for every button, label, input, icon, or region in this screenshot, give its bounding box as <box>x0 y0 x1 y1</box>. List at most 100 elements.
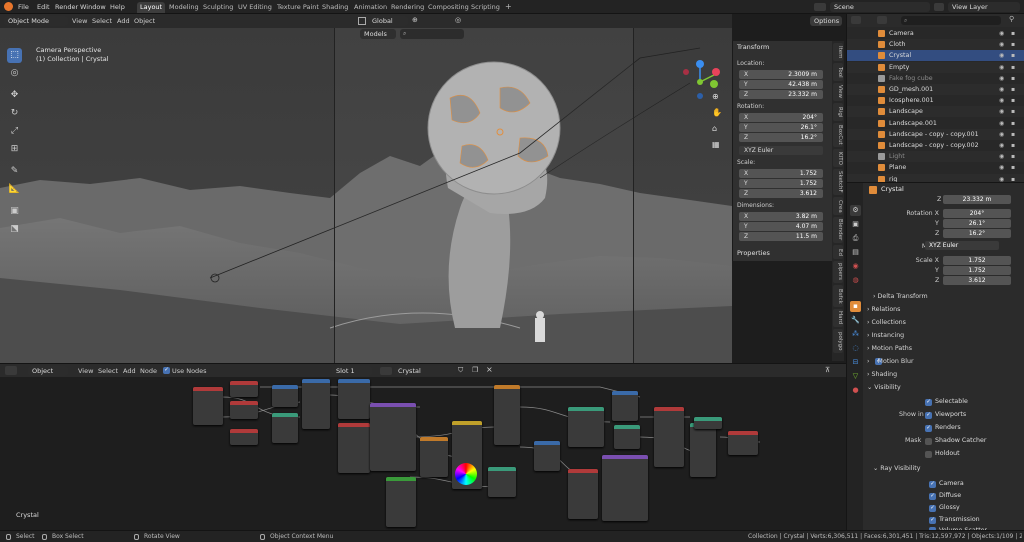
section-ray-visibility[interactable]: ⌄ Ray Visibility <box>873 465 921 472</box>
node[interactable] <box>420 437 448 477</box>
visibility-eye-icon[interactable]: ◉ <box>999 28 1004 39</box>
node[interactable] <box>602 455 648 521</box>
menu-view[interactable]: View <box>72 16 87 27</box>
render-camera-icon[interactable]: ▪ <box>1011 95 1015 106</box>
outliner-item[interactable]: Light ◉ ▪ <box>847 151 1024 163</box>
outliner-item[interactable]: Plane ◉ ▪ <box>847 162 1024 173</box>
scene-properties-icon[interactable]: ◉ <box>850 261 861 272</box>
transform-orientation-dropdown[interactable]: Global <box>368 16 408 26</box>
section-motion-blur[interactable]: › Motion Blur <box>867 358 914 365</box>
tab-modeling[interactable]: Modeling <box>166 2 202 13</box>
menu-file[interactable]: File <box>18 2 29 12</box>
outliner-item[interactable]: GD_mesh.001 ◉ ▪ <box>847 84 1024 95</box>
rotation-z-field[interactable]: Z 16.2° <box>739 133 823 142</box>
snap-icon[interactable]: ⊕ <box>412 16 418 24</box>
render-camera-icon[interactable]: ▪ <box>1011 39 1015 50</box>
menu-edit[interactable]: Edit <box>37 2 50 12</box>
location-y-field[interactable]: Y 42.438 m <box>739 80 823 89</box>
node[interactable] <box>568 469 598 519</box>
outliner-item[interactable]: Landscape.001 ◉ ▪ <box>847 118 1024 129</box>
properties-scale-y[interactable]: 1.752 <box>943 266 1011 275</box>
ray-diffuse-checkbox[interactable]: ✓ <box>929 493 936 500</box>
scale-z-field[interactable]: Z 3.612 <box>739 189 823 198</box>
node[interactable] <box>230 381 258 397</box>
node[interactable] <box>193 387 223 425</box>
object-mode-dropdown[interactable]: Object Mode <box>4 16 68 26</box>
pin-icon[interactable]: ⊼ <box>825 366 830 374</box>
output-properties-icon[interactable]: ⎙ <box>850 233 861 244</box>
tab-animation[interactable]: Animation <box>351 2 390 13</box>
view-layer-properties-icon[interactable]: ▤ <box>850 247 861 258</box>
render-camera-icon[interactable]: ▪ <box>1011 129 1015 140</box>
menu-select[interactable]: Select <box>92 16 112 27</box>
shader-type-dropdown[interactable]: Object <box>28 366 68 376</box>
shader-node-editor[interactable]: Crystal <box>0 377 846 530</box>
visibility-eye-icon[interactable]: ◉ <box>999 73 1004 84</box>
outliner-editor-type-icon[interactable] <box>851 16 861 24</box>
add-workspace-icon[interactable]: + <box>505 2 512 11</box>
object-properties-icon[interactable]: ▪ <box>850 301 861 312</box>
menu-object[interactable]: Object <box>134 16 155 27</box>
render-camera-icon[interactable]: ▪ <box>1011 28 1015 39</box>
outliner-search-input[interactable]: ⌕ <box>901 16 1001 25</box>
menu-add[interactable]: Add <box>117 16 130 27</box>
viewport-search-icon[interactable]: ⌕ <box>400 29 464 39</box>
sidebar-tab-crea[interactable]: Crea <box>833 197 843 215</box>
visibility-eye-icon[interactable]: ◉ <box>999 62 1004 73</box>
annotate-tool-icon[interactable]: ✎ <box>7 164 22 179</box>
select-box-tool-icon[interactable]: ⬚ <box>7 48 22 63</box>
dimensions-z-field[interactable]: Z 11.5 m <box>739 232 823 241</box>
node-menu-node[interactable]: Node <box>140 366 157 377</box>
collection-filter-dropdown[interactable]: Models <box>360 29 396 39</box>
material-browse-icon[interactable] <box>380 367 392 375</box>
node[interactable] <box>568 407 604 447</box>
rotate-tool-icon[interactable]: ↻ <box>7 106 22 121</box>
visibility-eye-icon[interactable]: ◉ <box>999 140 1004 151</box>
outliner-item[interactable]: Crystal ◉ ▪ <box>847 50 1024 62</box>
rotation-x-field[interactable]: X 204° <box>739 113 823 122</box>
transform-tool-icon[interactable]: ⊞ <box>7 142 22 157</box>
node-editor-type-icon[interactable] <box>5 366 17 375</box>
scale-y-field[interactable]: Y 1.752 <box>739 179 823 188</box>
visibility-eye-icon[interactable]: ◉ <box>999 39 1004 50</box>
fake-user-icon[interactable]: ⛉ <box>458 366 463 375</box>
view-layer-selector[interactable]: View Layer <box>948 2 1020 12</box>
section-relations[interactable]: › Relations <box>867 306 900 313</box>
menu-window[interactable]: Window <box>80 2 106 12</box>
render-camera-icon[interactable]: ▪ <box>1011 73 1015 84</box>
properties-scale-x[interactable]: 1.752 <box>943 256 1011 265</box>
viewports-checkbox[interactable]: ✓ <box>925 412 932 419</box>
zoom-icon[interactable]: ⊕ <box>712 92 719 101</box>
move-tool-icon[interactable]: ✥ <box>7 88 22 103</box>
node-menu-view[interactable]: View <box>78 366 93 377</box>
scale-tool-icon[interactable]: ⤢ <box>7 124 22 139</box>
color-wheel[interactable] <box>455 463 477 485</box>
sidebar-tab-ed[interactable]: Ed <box>833 245 843 259</box>
selectable-checkbox[interactable]: ✓ <box>925 399 932 406</box>
dimensions-x-field[interactable]: X 3.82 m <box>739 212 823 221</box>
measure-tool-icon[interactable]: 📐 <box>7 182 22 197</box>
node[interactable] <box>612 391 638 421</box>
use-nodes-checkbox[interactable]: ✓ <box>163 367 170 374</box>
shadow-catcher-checkbox[interactable] <box>925 438 932 445</box>
node[interactable] <box>302 379 330 429</box>
location-x-field[interactable]: X 2.3009 m <box>739 70 823 79</box>
tab-shading[interactable]: Shading <box>319 2 351 13</box>
transform-orientation-icon[interactable] <box>358 17 366 25</box>
options-dropdown[interactable]: Options <box>810 16 842 26</box>
unlink-material-icon[interactable]: × <box>486 365 493 374</box>
view-layer-icon[interactable] <box>934 3 944 11</box>
sidebar-tab-blender[interactable]: Blender <box>833 217 843 243</box>
location-z-field[interactable]: Z 23.332 m <box>739 90 823 99</box>
tab-texture-paint[interactable]: Texture Paint <box>274 2 322 13</box>
sidebar-tab-view[interactable]: View <box>833 83 843 101</box>
modifier-properties-icon[interactable]: 🔧 <box>850 315 861 326</box>
properties-rotation-y[interactable]: 26.1° <box>943 219 1011 228</box>
section-shading[interactable]: › Shading <box>867 371 897 378</box>
sidebar-tab-bsfck[interactable]: Bsfck <box>833 285 843 307</box>
tab-sculpting[interactable]: Sculpting <box>200 2 236 13</box>
sidebar-tab-rigi[interactable]: Rigi <box>833 103 843 121</box>
holdout-checkbox[interactable] <box>925 451 932 458</box>
visibility-eye-icon[interactable]: ◉ <box>999 50 1004 61</box>
node[interactable] <box>338 379 370 419</box>
